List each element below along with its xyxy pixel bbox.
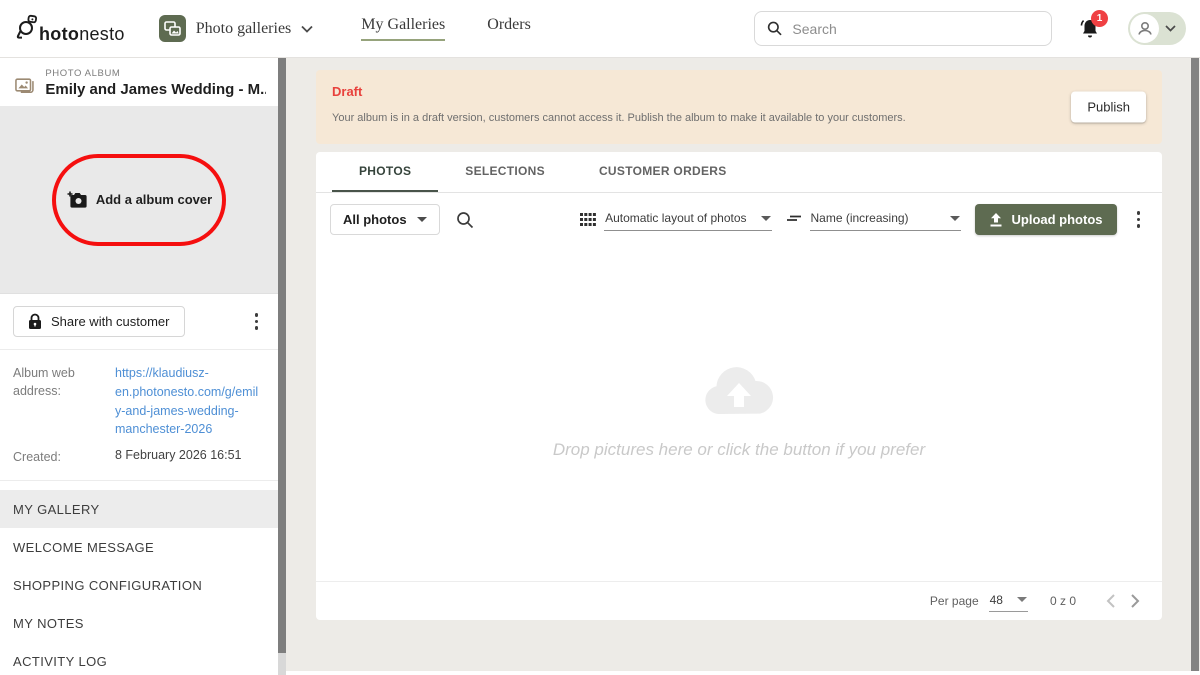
pagination-range: 0 z 0 — [1050, 594, 1076, 608]
tab-bar: PHOTOS SELECTIONS CUSTOMER ORDERS — [316, 152, 1162, 193]
per-page-value: 48 — [990, 593, 1003, 607]
share-button-label: Share with customer — [51, 314, 170, 329]
photo-galleries-label: Photo galleries — [196, 20, 292, 38]
layout-select-value: Automatic layout of photos — [605, 211, 746, 225]
album-more-menu[interactable] — [249, 309, 265, 334]
photo-filter-select[interactable]: All photos — [330, 204, 440, 235]
album-type-label: PHOTO ALBUM — [45, 68, 266, 79]
album-header: PHOTO ALBUM Emily and James Wedding - M.… — [0, 58, 278, 106]
layout-select[interactable]: Automatic layout of photos — [604, 208, 771, 231]
sort-select[interactable]: Name (increasing) — [810, 208, 961, 231]
per-page-label: Per page — [930, 594, 979, 608]
caret-down-icon — [950, 216, 960, 221]
main-scrollbar — [1190, 58, 1200, 675]
draft-banner-title: Draft — [332, 84, 1146, 99]
album-title: Emily and James Wedding - M... — [45, 81, 266, 98]
app-logo[interactable]: hotonesto — [14, 13, 125, 45]
created-label: Created: — [13, 448, 113, 466]
chevron-right-icon — [1131, 594, 1140, 608]
person-icon — [1136, 20, 1154, 38]
tab-customer-orders[interactable]: CUSTOMER ORDERS — [572, 152, 754, 192]
per-page-select[interactable]: 48 — [989, 591, 1028, 612]
created-value: 8 February 2026 16:51 — [115, 448, 264, 466]
sidebar-item-shopping-configuration[interactable]: SHOPPING CONFIGURATION — [0, 566, 278, 604]
draft-banner-message: Your album is in a draft version, custom… — [332, 112, 1146, 124]
photo-dropzone[interactable]: Drop pictures here or click the button i… — [316, 245, 1162, 581]
caret-down-icon — [1017, 597, 1027, 602]
notification-badge: 1 — [1091, 10, 1108, 27]
caret-down-icon — [761, 216, 771, 221]
tab-selections[interactable]: SELECTIONS — [438, 152, 572, 192]
bottom-strip — [286, 671, 1200, 675]
photo-galleries-icon — [159, 15, 186, 42]
notifications-button[interactable]: 1 — [1078, 17, 1102, 41]
publish-button[interactable]: Publish — [1071, 92, 1146, 123]
upload-photos-label: Upload photos — [1012, 212, 1103, 227]
search-photos-button[interactable] — [454, 209, 476, 231]
avatar — [1130, 14, 1159, 43]
web-address-label: Album web address: — [13, 364, 113, 439]
sidebar: PHOTO ALBUM Emily and James Wedding - M.… — [0, 58, 286, 675]
sidebar-item-activity-log[interactable]: ACTIVITY LOG — [0, 642, 278, 675]
search-input[interactable] — [792, 21, 1039, 37]
sidebar-scrollbar-thumb[interactable] — [278, 58, 286, 653]
camera-plus-icon — [66, 190, 88, 209]
photos-toolbar: All photos — [316, 193, 1162, 245]
album-web-address-link[interactable]: https://klaudiusz-en.photonesto.com/g/em… — [115, 364, 264, 439]
pagination-bar: Per page 48 0 z 0 — [316, 581, 1162, 620]
search-icon — [456, 211, 474, 229]
grid-layout-icon — [580, 213, 596, 226]
sort-icon — [786, 214, 802, 226]
chevron-down-icon — [1165, 25, 1176, 32]
photo-galleries-menu[interactable]: Photo galleries — [159, 15, 314, 42]
upload-icon — [989, 212, 1003, 227]
search-box[interactable] — [754, 11, 1052, 46]
sidebar-scrollbar — [278, 58, 286, 675]
caret-down-icon — [417, 217, 427, 222]
share-with-customer-button[interactable]: Share with customer — [13, 306, 185, 337]
app-header: hotonesto Photo galleries My Galleries O… — [0, 0, 1200, 58]
search-icon — [767, 20, 782, 37]
sidebar-item-my-notes[interactable]: MY NOTES — [0, 604, 278, 642]
sort-select-value: Name (increasing) — [811, 211, 936, 225]
nav-orders[interactable]: Orders — [487, 16, 531, 41]
account-menu[interactable] — [1128, 12, 1186, 45]
photos-card: PHOTOS SELECTIONS CUSTOMER ORDERS All ph… — [316, 152, 1162, 620]
album-info: Album web address: https://klaudiusz-en.… — [0, 350, 278, 481]
next-page-button[interactable] — [1131, 594, 1140, 608]
tab-photos[interactable]: PHOTOS — [332, 152, 438, 192]
add-cover-button[interactable]: Add a album cover — [66, 190, 212, 209]
add-cover-label: Add a album cover — [96, 192, 212, 207]
dropzone-message: Drop pictures here or click the button i… — [553, 440, 925, 460]
nav-my-galleries[interactable]: My Galleries — [361, 16, 445, 41]
previous-page-button[interactable] — [1106, 594, 1115, 608]
chevron-left-icon — [1106, 594, 1115, 608]
lock-icon — [28, 313, 42, 330]
photos-more-menu[interactable] — [1131, 207, 1147, 232]
album-icon — [14, 74, 35, 96]
sidebar-item-my-gallery[interactable]: MY GALLERY — [0, 490, 278, 528]
main-scrollbar-thumb[interactable] — [1191, 58, 1199, 675]
share-row: Share with customer — [0, 294, 278, 350]
header-nav: My Galleries Orders — [361, 16, 531, 41]
draft-banner: Draft Your album is in a draft version, … — [316, 70, 1162, 144]
main-content: Draft Your album is in a draft version, … — [286, 58, 1200, 675]
album-cover-area: Add a album cover — [0, 106, 278, 294]
logo-camera-icon — [14, 13, 38, 45]
upload-photos-button[interactable]: Upload photos — [975, 204, 1117, 235]
photo-filter-value: All photos — [343, 212, 407, 227]
sidebar-item-welcome-message[interactable]: WELCOME MESSAGE — [0, 528, 278, 566]
cloud-upload-icon — [700, 366, 778, 418]
sidebar-nav: MY GALLERY WELCOME MESSAGE SHOPPING CONF… — [0, 490, 278, 675]
logo-text: hotonesto — [39, 24, 125, 45]
annotation-red-circle: Add a album cover — [52, 154, 226, 246]
chevron-down-icon — [301, 25, 313, 33]
